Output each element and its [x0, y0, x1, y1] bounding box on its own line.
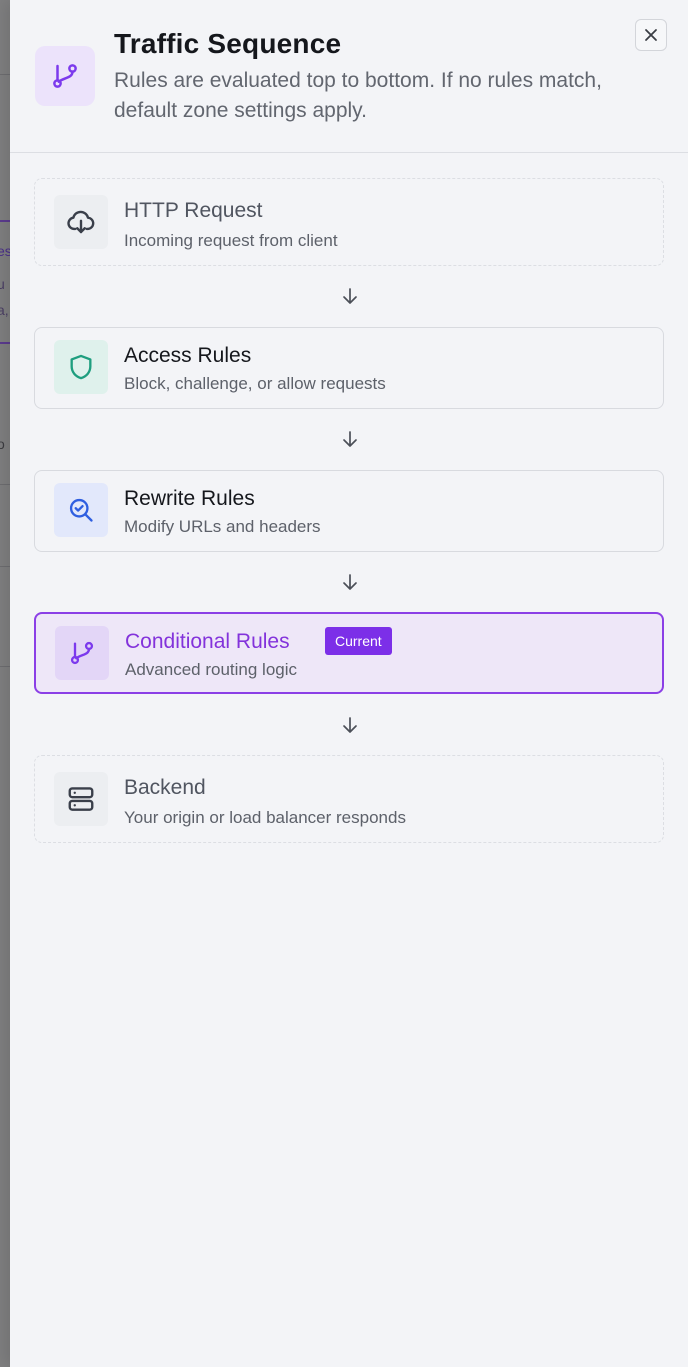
- step-conditional-rules[interactable]: Conditional Rules Current Advanced routi…: [34, 612, 664, 694]
- backdrop-text: es: [0, 243, 10, 259]
- step-access-rules[interactable]: Access Rules Block, challenge, or allow …: [34, 327, 664, 409]
- step-description: Advanced routing logic: [125, 660, 298, 679]
- step-description: Your origin or load balancer responds: [124, 808, 406, 827]
- arrow-down-icon: [340, 572, 360, 592]
- arrow-down-icon: [340, 715, 360, 735]
- git-branch-icon: [55, 626, 109, 680]
- step-description: Modify URLs and headers: [124, 517, 321, 536]
- traffic-sequence-panel: Traffic Sequence Rules are evaluated top…: [10, 0, 688, 1367]
- step-description: Block, challenge, or allow requests: [124, 374, 386, 393]
- panel-header: Traffic Sequence Rules are evaluated top…: [10, 0, 688, 153]
- step-title: Conditional Rules: [125, 630, 290, 653]
- backdrop-divider: [0, 566, 10, 567]
- page-subtitle: Rules are evaluated top to bottom. If no…: [114, 69, 602, 122]
- arrow-down-icon: [340, 429, 360, 449]
- step-title: Backend: [124, 776, 206, 799]
- arrow-down-icon: [340, 286, 360, 306]
- backdrop-text: o: [0, 436, 5, 452]
- close-button[interactable]: [635, 19, 667, 51]
- git-branch-icon: [35, 46, 95, 106]
- page-title: Traffic Sequence: [114, 28, 342, 59]
- step-title: Access Rules: [124, 344, 252, 367]
- backdrop-accent-line: [0, 220, 10, 222]
- backdrop-divider: [0, 666, 10, 667]
- close-icon: [643, 27, 659, 43]
- backdrop-divider: [0, 484, 10, 485]
- search-check-icon: [54, 483, 108, 537]
- step-http-request: HTTP Request Incoming request from clien…: [34, 178, 664, 266]
- backdrop-divider: [0, 74, 10, 75]
- backdrop-text: a,: [0, 302, 9, 318]
- step-title: Rewrite Rules: [124, 487, 255, 510]
- page-backdrop[interactable]: es u a, o: [0, 0, 10, 1367]
- step-description: Incoming request from client: [124, 231, 338, 250]
- backdrop-accent-line: [0, 342, 10, 344]
- step-rewrite-rules[interactable]: Rewrite Rules Modify URLs and headers: [34, 470, 664, 552]
- current-badge: Current: [325, 627, 392, 655]
- cloud-download-icon: [54, 195, 108, 249]
- backdrop-text: u: [0, 276, 5, 292]
- step-backend: Backend Your origin or load balancer res…: [34, 755, 664, 843]
- server-icon: [54, 772, 108, 826]
- shield-icon: [54, 340, 108, 394]
- step-title: HTTP Request: [124, 199, 263, 222]
